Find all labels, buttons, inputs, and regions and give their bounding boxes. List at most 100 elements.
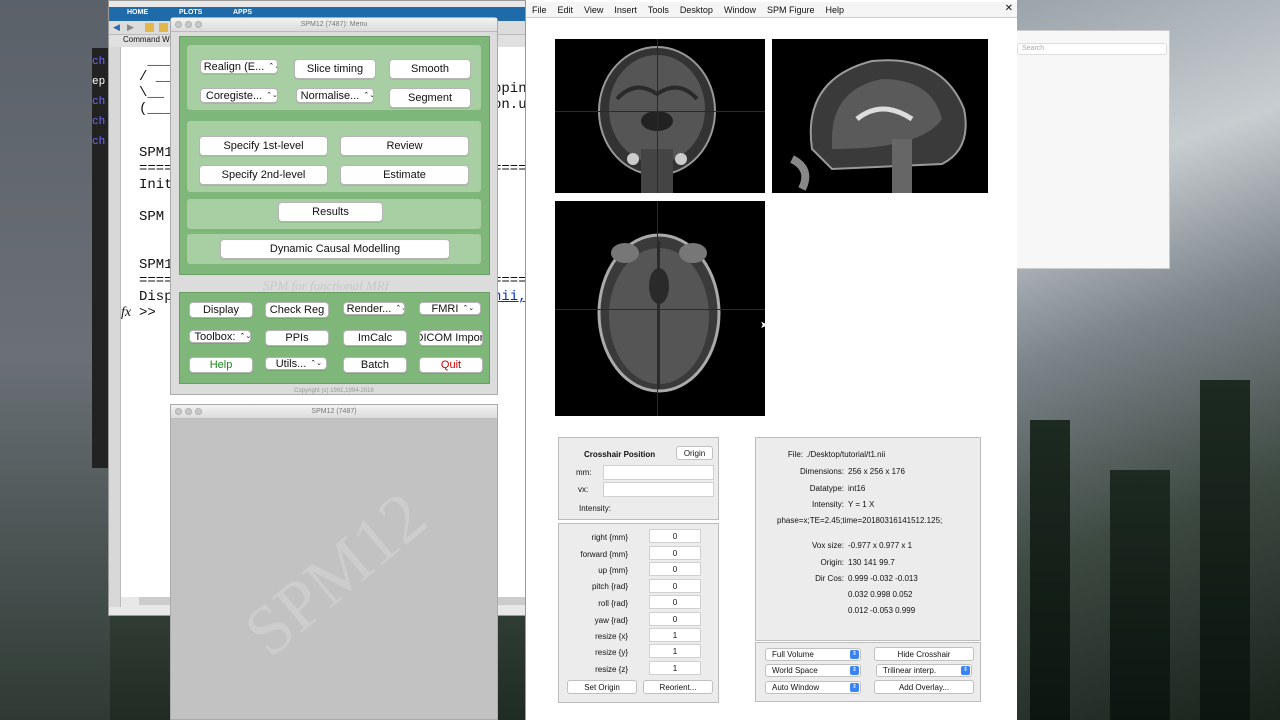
current-folder-sidebar[interactable] <box>109 47 121 607</box>
close-icon[interactable]: ✕ <box>1005 3 1013 14</box>
back-arrow-icon[interactable]: ◀ <box>113 22 120 33</box>
menu-help[interactable]: Help <box>825 5 844 15</box>
reorient-input[interactable]: 0 <box>649 562 701 576</box>
quit-button[interactable]: Quit <box>419 357 483 373</box>
specify-2nd-level-button[interactable]: Specify 2nd-level <box>199 165 328 185</box>
smooth-button[interactable]: Smooth <box>389 59 471 79</box>
space-dropdown[interactable]: World Space ⇕ <box>765 664 861 677</box>
console-line: Init <box>139 177 173 193</box>
batch-button[interactable]: Batch <box>343 357 407 373</box>
window-controls <box>175 21 202 28</box>
display-controls-panel: Full Volume ⇕ Hide Crosshair World Space ⇕… <box>755 642 981 702</box>
vx-input[interactable] <box>603 482 714 497</box>
tab-home[interactable]: HOME <box>127 9 148 16</box>
dcm-button[interactable]: Dynamic Causal Modelling <box>220 239 450 259</box>
mri-sagittal-view[interactable] <box>772 39 988 193</box>
voxsize-label: Vox size: <box>811 541 844 550</box>
reorient-input[interactable]: 0 <box>649 612 701 626</box>
datatype-label: Datatype: <box>809 484 844 493</box>
review-button[interactable]: Review <box>340 136 469 156</box>
full-volume-label: Full Volume <box>772 650 814 659</box>
reorient-input[interactable]: 0 <box>649 579 701 593</box>
volume-dropdown[interactable]: Full Volume ⇕ <box>765 648 861 661</box>
function-browser-icon[interactable]: fx <box>121 305 131 321</box>
desktop-tree <box>1110 470 1170 720</box>
mri-coronal-view[interactable] <box>555 39 765 193</box>
origin-button[interactable]: Origin <box>676 446 713 460</box>
dimensions-label: Dimensions: <box>799 467 844 476</box>
toolbox-dropdown[interactable]: Toolbox: <box>189 330 251 343</box>
world-space-label: World Space <box>772 666 818 675</box>
console-line: \__ <box>139 85 165 101</box>
normalise-label: Normalise... <box>300 89 360 102</box>
console-prompt: >> <box>139 305 156 321</box>
fmri-dropdown[interactable]: FMRI <box>419 302 481 315</box>
imcalc-button[interactable]: ImCalc <box>343 330 407 346</box>
ppis-button[interactable]: PPIs <box>265 330 329 346</box>
reorient-panel: right {mm} 0 forward {mm} 0 up {mm} 0 pi… <box>558 523 719 703</box>
estimate-button[interactable]: Estimate <box>340 165 469 185</box>
slice-timing-button[interactable]: Slice timing <box>294 59 376 79</box>
reorient-input[interactable]: 0 <box>649 595 701 609</box>
search-input[interactable]: Search <box>1017 43 1167 55</box>
crosshair-position-panel: Crosshair Position Origin mm: vx: Intens… <box>558 437 719 520</box>
minimize-dot-icon[interactable] <box>185 21 192 28</box>
help-button[interactable]: Help <box>189 357 253 373</box>
hide-crosshair-button[interactable]: Hide Crosshair <box>874 647 974 661</box>
folder-icon[interactable] <box>145 23 154 32</box>
chevron-updown-icon: ⇕ <box>850 650 859 659</box>
reorient-input[interactable]: 0 <box>649 529 701 543</box>
figure-menubar: File Edit View Insert Tools Desktop Wind… <box>526 2 1017 18</box>
menu-file[interactable]: File <box>532 5 547 15</box>
menu-insert[interactable]: Insert <box>614 5 637 15</box>
reorient-input[interactable]: 1 <box>649 628 701 642</box>
results-button[interactable]: Results <box>278 202 383 222</box>
set-origin-button[interactable]: Set Origin <box>567 680 637 694</box>
menu-view[interactable]: View <box>584 5 603 15</box>
segment-button[interactable]: Segment <box>389 88 471 108</box>
realign-dropdown[interactable]: Realign (E... <box>200 59 278 74</box>
spm-menu-titlebar[interactable]: SPM12 (7487): Menu <box>171 18 497 32</box>
menu-window[interactable]: Window <box>724 5 756 15</box>
info-intensity-label: Intensity: <box>811 500 844 509</box>
chevron-updown-icon: ⇕ <box>850 666 859 675</box>
menu-edit[interactable]: Edit <box>558 5 574 15</box>
reorient-label: pitch {rad} <box>591 582 628 591</box>
window-dropdown[interactable]: Auto Window ⇕ <box>765 681 861 694</box>
specify-1st-level-button[interactable]: Specify 1st-level <box>199 136 328 156</box>
realign-label: Realign (E... <box>203 60 265 73</box>
utils-dropdown[interactable]: Utils... <box>265 357 327 370</box>
reorient-button[interactable]: Reorient... <box>643 680 713 694</box>
spm-graphics-titlebar[interactable]: SPM12 (7487) <box>171 405 497 419</box>
tab-plots[interactable]: PLOTS <box>179 9 202 16</box>
reorient-input[interactable]: 1 <box>649 661 701 675</box>
crosshair-horizontal <box>555 309 765 310</box>
menu-tools[interactable]: Tools <box>648 5 669 15</box>
add-overlay-button[interactable]: Add Overlay... <box>874 680 974 694</box>
render-dropdown[interactable]: Render... <box>343 302 405 315</box>
reorient-input[interactable]: 0 <box>649 546 701 560</box>
mri-axial-view[interactable] <box>555 201 765 416</box>
normalise-dropdown[interactable]: Normalise... <box>296 88 374 103</box>
tab-apps[interactable]: APPS <box>233 9 252 16</box>
mm-input[interactable] <box>603 465 714 480</box>
zoom-dot-icon[interactable] <box>195 408 202 415</box>
close-dot-icon[interactable] <box>175 408 182 415</box>
dicom-import-button[interactable]: DICOM Import <box>419 330 483 346</box>
display-button[interactable]: Display <box>189 302 253 318</box>
zoom-dot-icon[interactable] <box>195 21 202 28</box>
interpolation-dropdown[interactable]: Trilinear interp. ⇕ <box>876 664 972 677</box>
intensity-label: Intensity: <box>579 504 612 513</box>
coregister-dropdown[interactable]: Coregiste... <box>200 88 278 103</box>
forward-arrow-icon[interactable]: ▶ <box>127 22 134 33</box>
menu-spm-figure[interactable]: SPM Figure <box>767 5 815 15</box>
check-reg-button[interactable]: Check Reg <box>265 302 329 318</box>
reorient-label: forward {mm} <box>580 550 628 559</box>
reorient-input[interactable]: 1 <box>649 644 701 658</box>
menu-desktop[interactable]: Desktop <box>680 5 713 15</box>
close-dot-icon[interactable] <box>175 21 182 28</box>
folder-up-icon[interactable] <box>159 23 168 32</box>
console-line: SPM <box>139 209 165 225</box>
console-line: Disp <box>139 289 173 305</box>
minimize-dot-icon[interactable] <box>185 408 192 415</box>
